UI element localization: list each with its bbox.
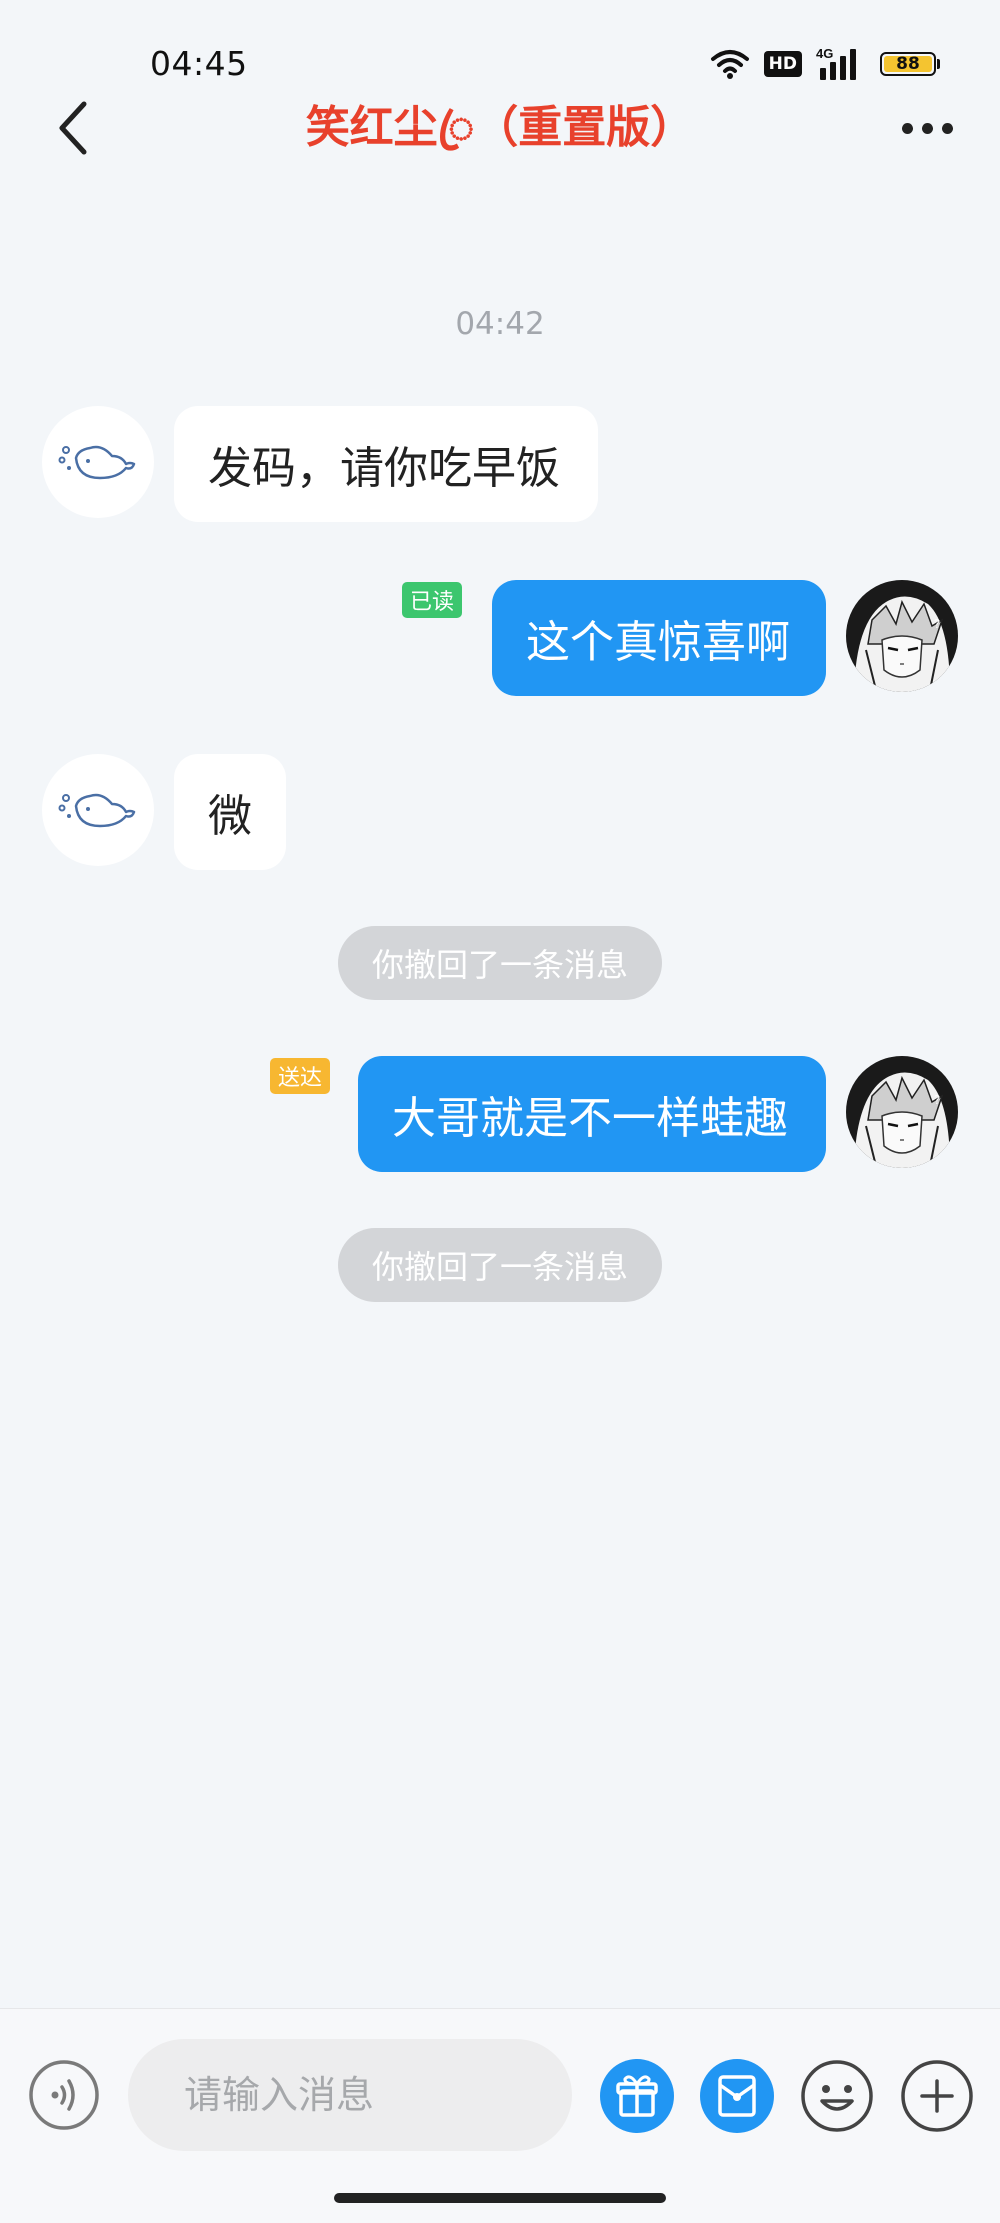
- network-label: 4G: [816, 46, 833, 61]
- anime-avatar: ?: [846, 580, 958, 692]
- delivered-status-badge: 送达: [270, 1058, 331, 1094]
- self-avatar[interactable]: ?: [846, 580, 958, 692]
- recall-notice: 你撤回了一条消息: [338, 926, 662, 1000]
- status-time: 04:45: [150, 44, 248, 83]
- read-status-badge: 已读: [402, 582, 463, 618]
- gift-button[interactable]: [600, 2059, 674, 2133]
- svg-text:?: ?: [934, 1093, 940, 1107]
- incoming-message-bubble[interactable]: 发码，请你吃早饭: [174, 406, 598, 522]
- more-horizontal-icon: [901, 122, 913, 134]
- battery-level: 88: [884, 55, 932, 72]
- message-timestamp: 04:42: [455, 306, 545, 342]
- wifi-icon: [710, 50, 749, 79]
- red-packet-icon: [718, 2075, 756, 2117]
- home-indicator[interactable]: [334, 2193, 666, 2203]
- input-bar: [0, 2008, 1000, 2223]
- emoji-button[interactable]: [800, 2059, 874, 2133]
- plus-icon: [901, 2060, 973, 2132]
- peer-avatar[interactable]: [42, 406, 154, 518]
- gift-icon: [616, 2075, 658, 2117]
- recall-notice: 你撤回了一条消息: [338, 1228, 662, 1302]
- peer-avatar[interactable]: [42, 754, 154, 866]
- battery-icon: 88: [880, 52, 940, 76]
- signal-4g-icon: 4G: [816, 46, 856, 80]
- red-packet-button[interactable]: [700, 2059, 774, 2133]
- outgoing-message-bubble[interactable]: 这个真惊喜啊: [492, 580, 826, 696]
- plus-button[interactable]: [900, 2059, 974, 2133]
- hd-icon: HD: [763, 51, 802, 77]
- voice-button[interactable]: [28, 2059, 100, 2131]
- chat-header: 笑红尘ꦿ（重置版）: [0, 90, 1000, 170]
- self-avatar[interactable]: ?: [846, 1056, 958, 1168]
- more-button[interactable]: [892, 100, 962, 156]
- voice-icon: [29, 2060, 99, 2130]
- anime-avatar: ?: [846, 1056, 958, 1168]
- status-icons: HD 4G 88: [710, 44, 940, 84]
- emoji-icon: [801, 2060, 873, 2132]
- whale-icon: [58, 445, 136, 480]
- incoming-message-bubble[interactable]: 微: [174, 754, 286, 870]
- svg-text:?: ?: [934, 617, 940, 631]
- outgoing-message-bubble[interactable]: 大哥就是不一样蛙趣: [358, 1056, 826, 1172]
- chat-title: 笑红尘ꦿ（重置版）: [305, 102, 695, 153]
- whale-icon: [58, 793, 136, 828]
- message-input[interactable]: [128, 2039, 572, 2151]
- status-bar: 04:45 HD 4G 88: [0, 0, 1000, 100]
